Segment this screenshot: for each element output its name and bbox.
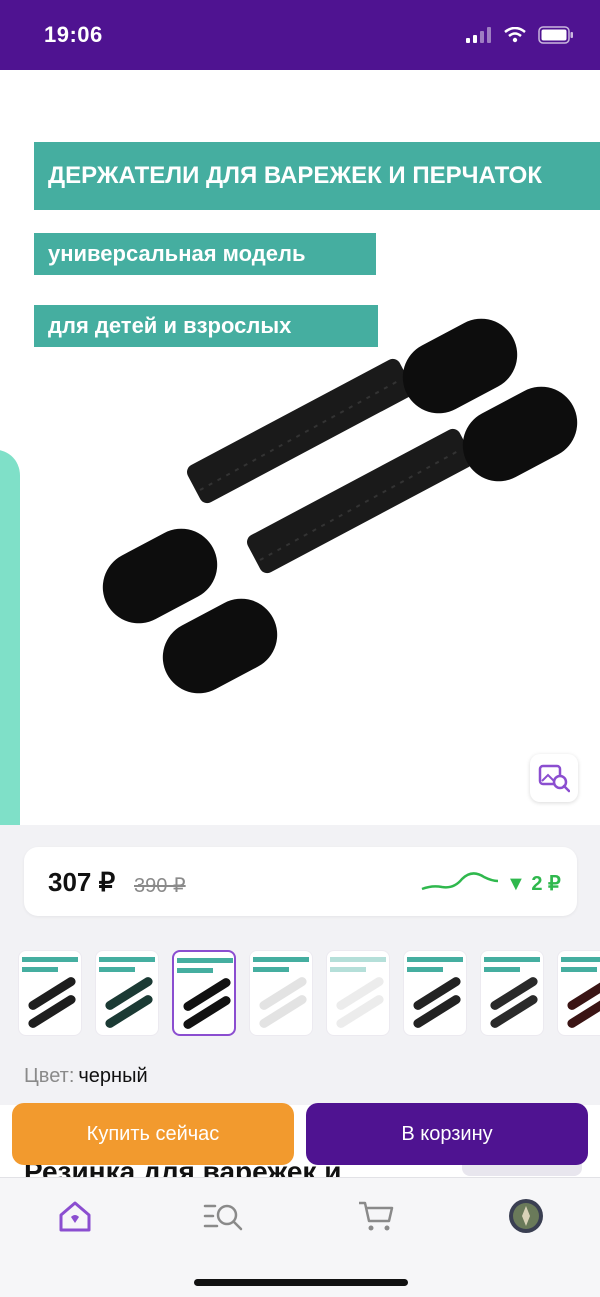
status-time: 19:06 (44, 22, 103, 47)
thumb-banner (22, 957, 78, 962)
nav-home[interactable] (53, 1196, 97, 1236)
thumbnail-item[interactable] (480, 950, 544, 1036)
thumb-banner (484, 957, 540, 962)
share-button[interactable] (544, 90, 584, 134)
thumb-banner (330, 957, 386, 962)
nav-profile[interactable] (504, 1196, 548, 1236)
status-bar: 19:06 (0, 0, 600, 70)
signal-icon (466, 27, 491, 43)
bottom-navigation (0, 1177, 600, 1297)
nav-cart[interactable] (354, 1196, 398, 1236)
wifi-icon (504, 27, 526, 43)
share-icon (549, 92, 579, 132)
thumb-banner (253, 957, 309, 962)
thumb-banner (253, 967, 289, 972)
thumb-banner (561, 957, 600, 962)
price-drop-badge: ▼ 2 ₽ (506, 873, 561, 895)
old-price: 390 ₽ (134, 875, 186, 897)
thumb-banner (484, 967, 520, 972)
banner-subtitle-universal: универсальная модель (34, 233, 376, 275)
catalog-search-icon (203, 1204, 243, 1231)
home-icon (59, 1201, 91, 1232)
product-details: 307 ₽ 390 ₽ ▼ 2 ₽ Цвет: черный (0, 825, 600, 1105)
banner-title: ДЕРЖАТЕЛИ ДЛЯ ВАРЕЖЕК И ПЕРЧАТОК (34, 142, 600, 210)
thumb-banner (561, 967, 597, 972)
thumb-banner (99, 967, 135, 972)
thumbnail-item[interactable] (557, 950, 600, 1036)
current-price: 307 ₽ (48, 867, 116, 897)
color-value: черный (78, 1065, 148, 1087)
add-to-cart-button[interactable]: В корзину (306, 1103, 588, 1165)
color-thumbnails[interactable] (18, 950, 600, 1036)
thumb-banner (330, 967, 366, 972)
color-selection: Цвет: черный (24, 1065, 148, 1088)
thumb-banner (177, 968, 213, 973)
price-trend-sparkline (421, 872, 499, 891)
thumb-banner (99, 957, 155, 962)
home-indicator (194, 1279, 408, 1286)
nav-catalog-search[interactable] (202, 1196, 246, 1236)
status-icons (466, 26, 574, 44)
image-search-icon (538, 764, 570, 793)
thumbnail-item-selected[interactable] (172, 950, 236, 1036)
heart-icon (474, 100, 506, 128)
visual-search-button[interactable] (530, 754, 578, 802)
thumbnail-item[interactable] (249, 950, 313, 1036)
thumb-banner (407, 967, 443, 972)
product-image[interactable]: ДЕРЖАТЕЛИ ДЛЯ ВАРЕЖЕК И ПЕРЧАТОК универс… (20, 70, 600, 825)
thumbnail-item[interactable] (403, 950, 467, 1036)
cart-icon (359, 1201, 394, 1231)
thumb-banner (407, 957, 463, 962)
buy-now-button[interactable]: Купить сейчас (12, 1103, 294, 1165)
thumbnail-item[interactable] (18, 950, 82, 1036)
back-button[interactable] (20, 94, 56, 134)
thumb-banner (177, 958, 233, 963)
thumb-banner (22, 967, 58, 972)
mitten-clips-image (102, 318, 578, 694)
profile-avatar (509, 1199, 543, 1233)
product-gallery[interactable]: ДЕРЖАТЕЛИ ДЛЯ ВАРЕЖЕК И ПЕРЧАТОК универс… (0, 70, 600, 825)
previous-image-peek (0, 445, 20, 825)
thumbnail-item[interactable] (326, 950, 390, 1036)
battery-icon (538, 26, 573, 44)
chevron-left-icon (28, 98, 46, 130)
color-label: Цвет: (24, 1065, 75, 1087)
favorite-button[interactable] (470, 94, 510, 134)
thumbnail-item[interactable] (95, 950, 159, 1036)
price-card[interactable]: 307 ₽ 390 ₽ ▼ 2 ₽ (24, 847, 577, 916)
